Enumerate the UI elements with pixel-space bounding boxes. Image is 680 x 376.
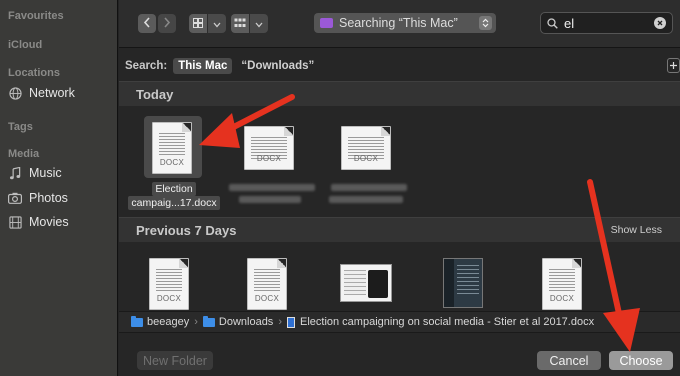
clear-search-icon[interactable]	[654, 17, 666, 29]
scope-label: Search:	[125, 60, 168, 72]
path-item-user[interactable]: beeagey	[147, 316, 189, 328]
file-name-line2: campaig...17.docx	[128, 196, 220, 210]
sidebar-item-label: Photos	[29, 191, 68, 205]
section-header-previous-7-days: Previous 7 Days Show Less	[119, 217, 680, 242]
plus-icon	[670, 60, 677, 72]
docx-file-icon[interactable]: DOCX	[542, 258, 582, 310]
path-separator: ›	[278, 316, 282, 328]
sidebar-header-locations: Locations	[8, 67, 60, 79]
cancel-button[interactable]: Cancel	[537, 351, 601, 370]
redacted-file-name	[329, 196, 403, 203]
sidebar-item-label: Network	[29, 86, 75, 100]
group-button[interactable]	[231, 14, 249, 33]
back-button[interactable]	[138, 14, 156, 33]
folder-icon	[202, 315, 215, 327]
search-icon	[547, 17, 558, 29]
show-less-button[interactable]: Show Less	[611, 224, 662, 236]
sidebar: Favourites iCloud Locations Network Tags…	[0, 0, 118, 376]
path-separator: ›	[194, 316, 198, 328]
sidebar-header-icloud: iCloud	[8, 39, 43, 51]
path-item-file[interactable]: Election campaigning on social media - S…	[300, 316, 594, 328]
image-thumbnail[interactable]	[340, 264, 392, 302]
view-menu-button[interactable]	[208, 14, 226, 33]
section-title: Previous 7 Days	[136, 222, 237, 238]
film-icon	[8, 215, 22, 229]
scope-downloads-button[interactable]: “Downloads”	[236, 58, 319, 74]
search-input[interactable]: el	[564, 16, 574, 31]
path-bar: beeagey › Downloads › Election campaigni…	[119, 311, 680, 333]
icon-view-button[interactable]	[189, 14, 207, 33]
scope-this-mac-button[interactable]: This Mac	[173, 58, 233, 74]
group-by-control[interactable]	[231, 14, 268, 33]
music-note-icon	[8, 166, 22, 180]
up-down-chevron-icon	[479, 16, 492, 30]
file-browser: Searching “This Mac” el Search: This Mac…	[119, 0, 680, 376]
chevron-left-icon	[143, 15, 151, 33]
search-scope-bar: Search: This Mac “Downloads”	[119, 55, 680, 77]
camera-icon	[8, 191, 22, 205]
new-folder-button[interactable]: New Folder	[137, 351, 213, 370]
sidebar-header-tags: Tags	[8, 121, 33, 133]
docx-file-icon[interactable]: DOCX	[247, 258, 287, 310]
sidebar-item-label: Music	[29, 166, 62, 180]
search-field[interactable]: el	[540, 12, 673, 34]
docx-file-icon[interactable]: DOCX	[149, 258, 189, 310]
section-title: Today	[136, 86, 174, 102]
redacted-file-name	[331, 184, 407, 191]
folder-icon	[131, 315, 143, 327]
sidebar-item-music[interactable]: Music	[8, 163, 62, 183]
location-popup[interactable]: Searching “This Mac”	[314, 13, 496, 33]
sidebar-item-movies[interactable]: Movies	[8, 212, 69, 232]
sidebar-item-network[interactable]: Network	[8, 83, 75, 103]
toolbar: Searching “This Mac” el	[119, 0, 680, 48]
image-thumbnail[interactable]	[443, 258, 483, 308]
path-item-downloads[interactable]: Downloads	[219, 316, 273, 328]
redacted-file-name	[239, 196, 301, 203]
group-grid-icon	[234, 15, 246, 33]
sidebar-item-photos[interactable]: Photos	[8, 188, 68, 208]
section-header-today: Today	[119, 81, 680, 106]
search-folder-icon	[320, 18, 333, 28]
grid-icon	[193, 15, 203, 33]
document-icon	[286, 316, 295, 328]
redacted-file-name	[229, 184, 315, 191]
chevron-down-icon	[213, 15, 221, 33]
file-name-line1: Election	[152, 182, 196, 196]
group-menu-button[interactable]	[250, 14, 268, 33]
docx-file-icon: DOCX	[152, 122, 192, 174]
location-label: Searching “This Mac”	[339, 16, 458, 30]
choose-button[interactable]: Choose	[609, 351, 673, 370]
docx-file-icon: DOCX	[341, 126, 391, 170]
chevron-right-icon	[163, 15, 171, 33]
add-criteria-button[interactable]	[667, 58, 680, 73]
globe-icon	[8, 86, 22, 100]
forward-button[interactable]	[158, 14, 176, 33]
sidebar-header-favourites: Favourites	[8, 10, 64, 22]
sidebar-header-media: Media	[8, 148, 40, 160]
view-mode-control[interactable]	[189, 14, 226, 33]
file-name-label: Election campaig...17.docx	[124, 182, 224, 210]
docx-file-icon: DOCX	[244, 126, 294, 170]
sidebar-item-label: Movies	[29, 215, 69, 229]
chevron-down-icon	[255, 15, 263, 33]
